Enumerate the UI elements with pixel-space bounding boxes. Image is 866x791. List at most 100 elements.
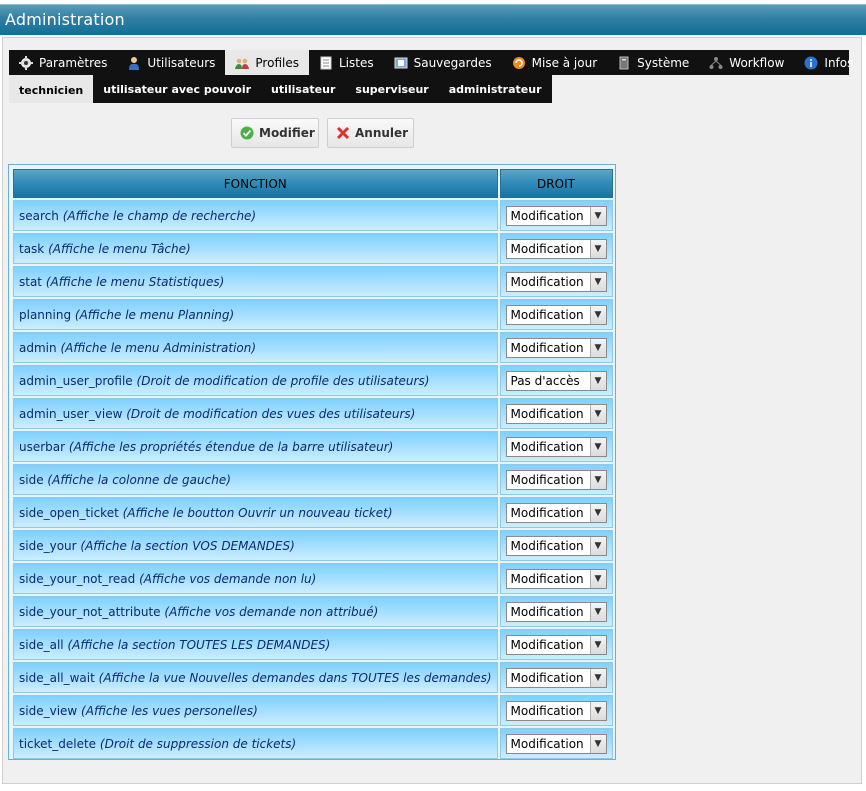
table-row: side_your (Affiche la section VOS DEMAND… — [13, 530, 613, 561]
function-description: (Droit de suppression de tickets) — [99, 736, 297, 751]
right-select-value: Modification — [510, 406, 584, 421]
subtab-administrateur[interactable]: administrateur — [439, 75, 552, 103]
function-description: (Affiche la section TOUTES LES DEMANDES) — [67, 637, 331, 652]
chevron-down-icon[interactable]: ▼ — [589, 536, 606, 555]
function-name: side_all_wait — [19, 670, 95, 685]
function-cell: planning (Affiche le menu Planning) — [13, 299, 498, 330]
chevron-down-icon[interactable]: ▼ — [589, 272, 606, 291]
chevron-down-icon[interactable]: ▼ — [589, 734, 606, 753]
tab-mise-a-jour[interactable]: Mise à jour — [502, 50, 608, 75]
function-cell: side_view (Affiche les vues personelles) — [13, 695, 498, 726]
user-icon — [127, 56, 141, 70]
tab-listes[interactable]: Listes — [309, 50, 384, 75]
modify-button[interactable]: Modifier — [231, 118, 319, 148]
right-select-value: Modification — [510, 736, 584, 751]
right-select[interactable]: Modification ▼ — [505, 304, 607, 325]
right-select[interactable]: Modification ▼ — [505, 436, 607, 457]
cancel-button[interactable]: Annuler — [327, 118, 414, 148]
chevron-down-icon[interactable]: ▼ — [589, 437, 606, 456]
subtab-superviseur[interactable]: superviseur — [345, 75, 438, 103]
chevron-down-icon[interactable]: ▼ — [589, 338, 606, 357]
right-select-value: Modification — [510, 340, 584, 355]
users-icon — [235, 56, 250, 70]
chevron-down-icon[interactable]: ▼ — [589, 470, 606, 489]
right-select[interactable]: Pas d'accès ▼ — [505, 370, 607, 391]
right-select[interactable]: Modification ▼ — [505, 535, 607, 556]
table-row: admin_user_profile (Droit de modificatio… — [13, 365, 613, 396]
tab-label: Système — [637, 55, 690, 70]
content-panel: Paramètres Utilisateurs Profiles Listes … — [2, 37, 862, 784]
right-cell: Modification ▼ — [499, 464, 613, 495]
table-row: admin_user_view (Droit de modification d… — [13, 398, 613, 429]
chevron-down-icon[interactable]: ▼ — [589, 239, 606, 258]
table-row: side_open_ticket (Affiche le boutton Ouv… — [13, 497, 613, 528]
tab-sauvegardes[interactable]: Sauvegardes — [384, 50, 502, 75]
tab-systeme[interactable]: Système — [607, 50, 699, 75]
tab-infos[interactable]: Infos — [794, 50, 863, 75]
function-cell: side_your_not_read (Affiche vos demande … — [13, 563, 498, 594]
right-select[interactable]: Modification ▼ — [505, 502, 607, 523]
right-cell: Modification ▼ — [499, 332, 613, 363]
cancel-label: Annuler — [355, 126, 409, 140]
subtab-utilisateur-avec-pouvoir[interactable]: utilisateur avec pouvoir — [93, 75, 261, 103]
tab-workflow[interactable]: Workflow — [699, 50, 794, 75]
function-name: side_your_not_attribute — [19, 604, 161, 619]
function-cell: userbar (Affiche les propriétés étendue … — [13, 431, 498, 462]
right-select[interactable]: Modification ▼ — [505, 733, 607, 754]
right-select[interactable]: Modification ▼ — [505, 700, 607, 721]
chevron-down-icon[interactable]: ▼ — [589, 305, 606, 324]
table-row: side_view (Affiche les vues personelles)… — [13, 695, 613, 726]
function-name: userbar — [19, 439, 66, 454]
function-description: (Droit de modification de profile des ut… — [136, 373, 430, 388]
column-header-right: DROIT — [499, 169, 613, 198]
right-cell: Modification ▼ — [499, 596, 613, 627]
right-cell: Pas d'accès ▼ — [499, 365, 613, 396]
right-select-value: Modification — [510, 670, 584, 685]
chevron-down-icon[interactable]: ▼ — [589, 371, 606, 390]
right-select[interactable]: Modification ▼ — [505, 238, 607, 259]
right-select[interactable]: Modification ▼ — [505, 469, 607, 490]
close-icon — [336, 126, 350, 140]
right-select[interactable]: Modification ▼ — [505, 271, 607, 292]
chevron-down-icon[interactable]: ▼ — [589, 668, 606, 687]
function-cell: side (Affiche la colonne de gauche) — [13, 464, 498, 495]
chevron-down-icon[interactable]: ▼ — [589, 701, 606, 720]
chevron-down-icon[interactable]: ▼ — [589, 206, 606, 225]
right-cell: Modification ▼ — [499, 299, 613, 330]
right-select-value: Modification — [510, 637, 584, 652]
subtab-utilisateur[interactable]: utilisateur — [261, 75, 345, 103]
tab-utilisateurs[interactable]: Utilisateurs — [117, 50, 225, 75]
right-select[interactable]: Modification ▼ — [505, 337, 607, 358]
right-select[interactable]: Modification ▼ — [505, 205, 607, 226]
right-cell: Modification ▼ — [499, 266, 613, 297]
right-select-value: Modification — [510, 307, 584, 322]
tab-label: Profiles — [255, 55, 299, 70]
right-select[interactable]: Modification ▼ — [505, 601, 607, 622]
chevron-down-icon[interactable]: ▼ — [589, 503, 606, 522]
function-description: (Affiche le champ de recherche) — [62, 208, 257, 223]
function-cell: admin_user_profile (Droit de modificatio… — [13, 365, 498, 396]
tab-parametres[interactable]: Paramètres — [9, 50, 117, 75]
function-name: stat — [19, 274, 43, 289]
subtab-technicien[interactable]: technicien — [9, 75, 94, 103]
function-description: (Affiche vos demande non lu) — [139, 571, 317, 586]
right-select-value: Modification — [510, 208, 584, 223]
right-select[interactable]: Modification ▼ — [505, 403, 607, 424]
function-name: ticket_delete — [19, 736, 97, 751]
right-select[interactable]: Modification ▼ — [505, 634, 607, 655]
right-cell: Modification ▼ — [499, 629, 613, 660]
right-select[interactable]: Modification ▼ — [505, 568, 607, 589]
table-row: side_all (Affiche la section TOUTES LES … — [13, 629, 613, 660]
function-cell: side_all (Affiche la section TOUTES LES … — [13, 629, 498, 660]
chevron-down-icon[interactable]: ▼ — [589, 569, 606, 588]
tab-profiles[interactable]: Profiles — [225, 50, 309, 75]
function-description: (Affiche vos demande non attribué) — [164, 604, 379, 619]
function-cell: search (Affiche le champ de recherche) — [13, 200, 498, 231]
function-cell: ticket_delete (Droit de suppression de t… — [13, 728, 498, 759]
chevron-down-icon[interactable]: ▼ — [589, 602, 606, 621]
chevron-down-icon[interactable]: ▼ — [589, 635, 606, 654]
right-select[interactable]: Modification ▼ — [505, 667, 607, 688]
function-name: side_all — [19, 637, 64, 652]
chevron-down-icon[interactable]: ▼ — [589, 404, 606, 423]
right-cell: Modification ▼ — [499, 695, 613, 726]
